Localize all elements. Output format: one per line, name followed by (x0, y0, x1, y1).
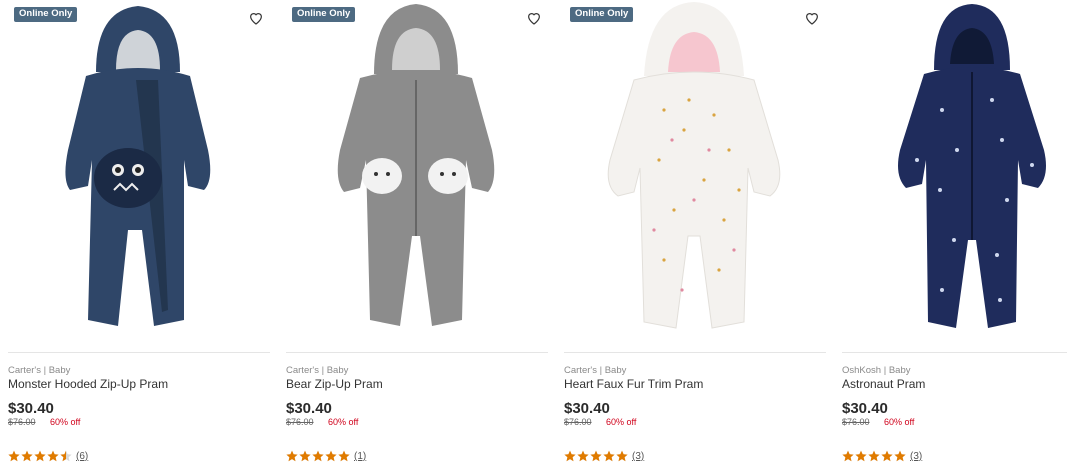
brand-label: Carter's | Baby (8, 365, 71, 376)
star-icon (21, 450, 33, 462)
star-icon (47, 450, 59, 462)
review-count-link[interactable]: (3) (632, 451, 644, 462)
pram-illustration (337, 4, 495, 326)
brand-label: OshKosh | Baby (842, 365, 911, 376)
product-card[interactable]: Online Only Carter's | Baby Heart Faux F… (564, 0, 826, 475)
discount-label: 60% off (606, 417, 637, 427)
heart-icon[interactable] (526, 10, 542, 26)
product-name-link[interactable]: Bear Zip-Up Pram (286, 377, 383, 391)
star-icon (868, 450, 880, 462)
review-count-link[interactable]: (1) (354, 451, 366, 462)
pram-illustration (607, 2, 781, 329)
heart-icon[interactable] (248, 10, 264, 26)
original-price: $76.00 (842, 417, 870, 427)
product-name-link[interactable]: Monster Hooded Zip-Up Pram (8, 377, 168, 391)
star-icon (286, 450, 298, 462)
product-name-link[interactable]: Astronaut Pram (842, 377, 925, 391)
online-only-badge: Online Only (292, 7, 356, 22)
star-icon (855, 450, 867, 462)
sale-price: $30.40 (564, 400, 610, 417)
product-image[interactable] (564, 0, 826, 340)
product-grid: Online Only Carter's | Baby Monster Hood… (0, 0, 1067, 475)
online-only-badge: Online Only (14, 7, 78, 22)
star-icon (325, 450, 337, 462)
product-image[interactable] (8, 0, 270, 340)
star-icon (881, 450, 893, 462)
discount-label: 60% off (50, 417, 81, 427)
discount-label: 60% off (884, 417, 915, 427)
original-price: $76.00 (564, 417, 592, 427)
star-icon (577, 450, 589, 462)
divider (286, 352, 548, 353)
brand-label: Carter's | Baby (564, 365, 627, 376)
divider (564, 352, 826, 353)
star-icon (842, 450, 854, 462)
pram-illustration (65, 6, 211, 326)
original-price: $76.00 (8, 417, 36, 427)
sale-price: $30.40 (8, 400, 54, 417)
product-card[interactable]: Online Only Carter's | Baby Bear Zip-Up … (286, 0, 548, 475)
divider (842, 352, 1067, 353)
star-rating (8, 450, 72, 462)
sale-price: $30.40 (842, 400, 888, 417)
star-icon (299, 450, 311, 462)
product-image[interactable] (842, 0, 1067, 340)
star-icon (8, 450, 20, 462)
star-rating (842, 450, 906, 462)
star-icon (894, 450, 906, 462)
star-icon (564, 450, 576, 462)
product-card[interactable]: Online Only Carter's | Baby Monster Hood… (8, 0, 270, 475)
star-icon (616, 450, 628, 462)
star-icon (590, 450, 602, 462)
star-icon (34, 450, 46, 462)
product-card[interactable]: OshKosh | Baby Astronaut Pram $30.40 $76… (842, 0, 1067, 475)
sale-price: $30.40 (286, 400, 332, 417)
pram-illustration (898, 4, 1046, 328)
star-icon (603, 450, 615, 462)
review-count-link[interactable]: (3) (910, 451, 922, 462)
star-rating (286, 450, 350, 462)
discount-label: 60% off (328, 417, 359, 427)
original-price: $76.00 (286, 417, 314, 427)
product-name-link[interactable]: Heart Faux Fur Trim Pram (564, 377, 703, 391)
brand-label: Carter's | Baby (286, 365, 349, 376)
star-icon (338, 450, 350, 462)
star-rating (564, 450, 628, 462)
divider (8, 352, 270, 353)
review-count-link[interactable]: (6) (76, 451, 88, 462)
product-image[interactable] (286, 0, 548, 340)
star-icon (312, 450, 324, 462)
star-icon (60, 450, 72, 462)
online-only-badge: Online Only (570, 7, 634, 22)
heart-icon[interactable] (804, 10, 820, 26)
